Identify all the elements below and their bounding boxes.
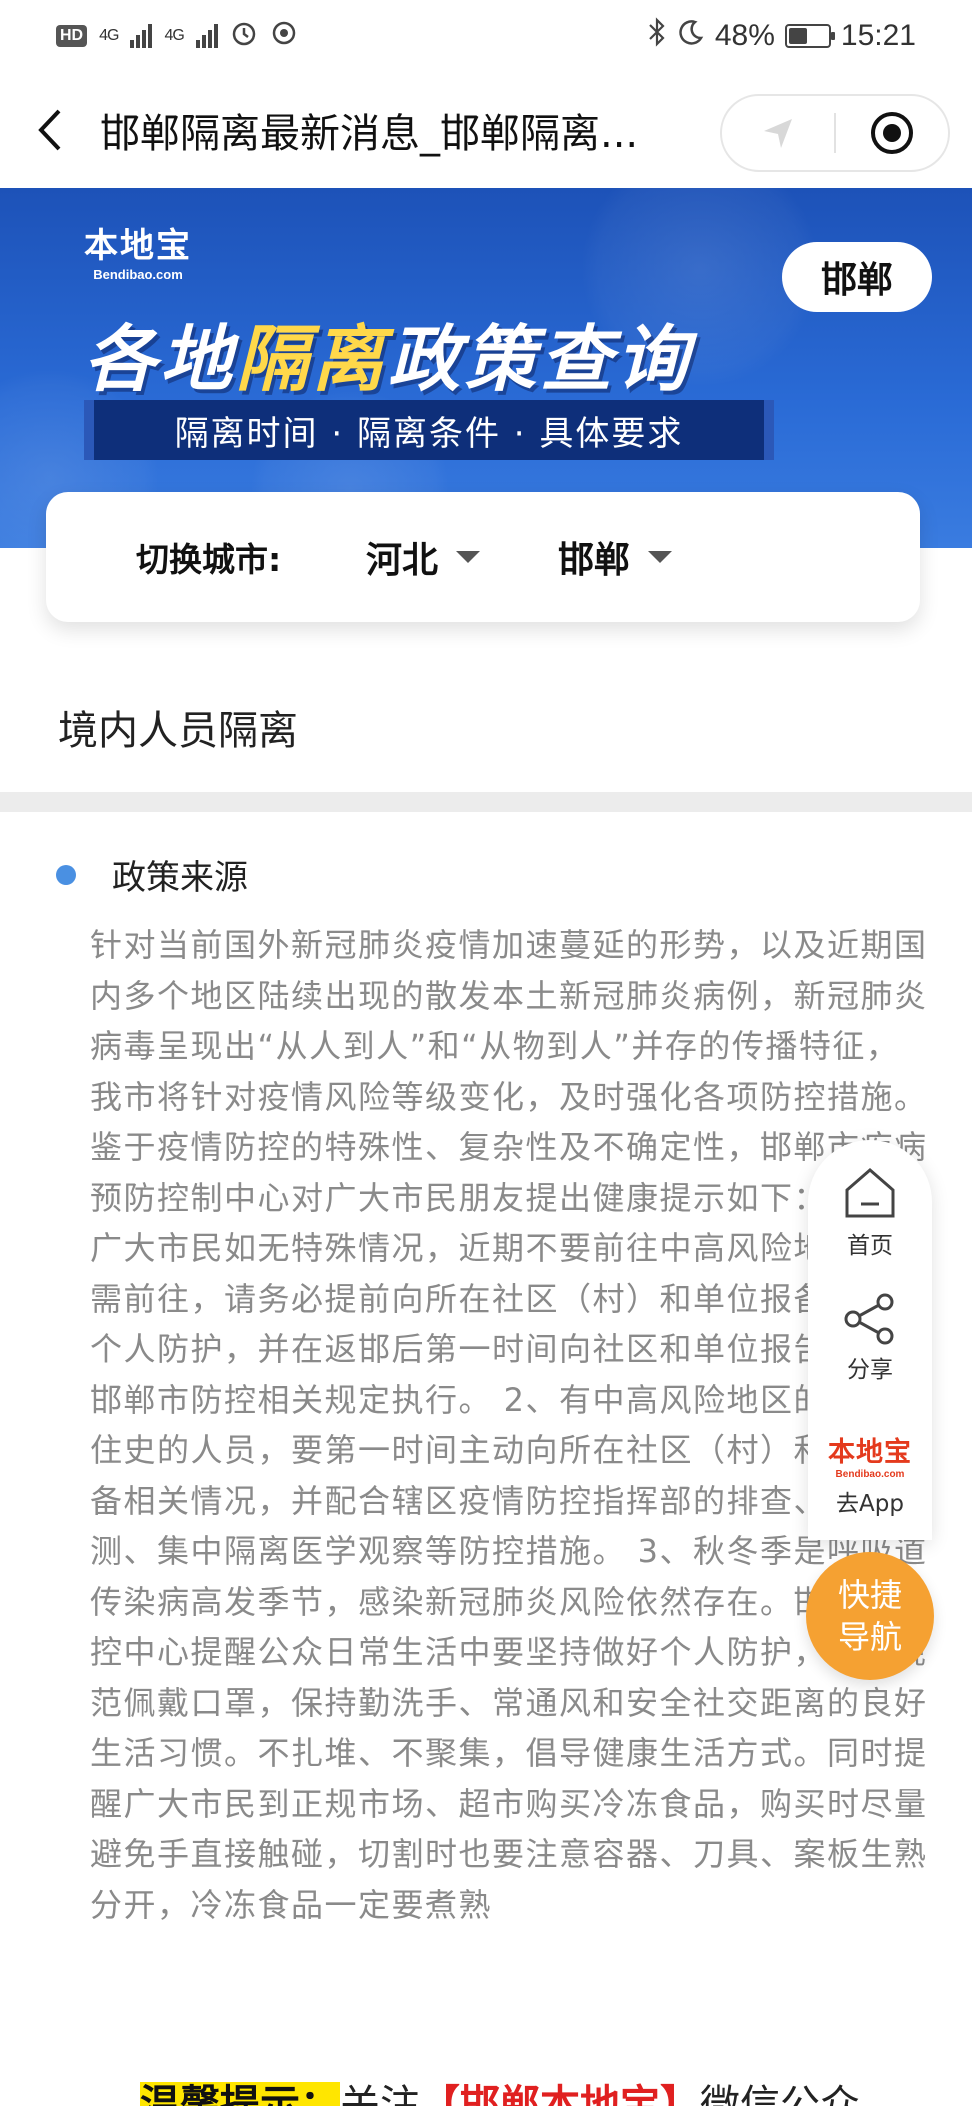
back-button[interactable] (0, 72, 100, 188)
tip-account-link[interactable]: 【邯郸本地宝】 (420, 2082, 700, 2106)
side-app-label: 去App (836, 1491, 904, 1517)
banner-subtitle: 隔离时间 · 隔离条件 · 具体要求 (84, 400, 774, 460)
battery-icon (784, 24, 835, 48)
bluetooth-icon (647, 17, 667, 55)
side-share-button[interactable]: 分享 (808, 1292, 932, 1384)
banner-title-part1: 各地 (84, 317, 237, 401)
sim2-label: 4G (164, 27, 184, 44)
close-button[interactable] (836, 96, 948, 170)
clock: 15:21 (840, 19, 916, 52)
share-icon (844, 1293, 894, 1345)
side-home-label: 首页 (847, 1233, 893, 1259)
navigation-arrow-icon (764, 119, 792, 148)
chevron-left-icon (38, 109, 61, 151)
caret-down-icon (456, 551, 481, 563)
side-share-label: 分享 (847, 1357, 893, 1383)
floating-side-panel: 首页 分享 本地宝 Bendibao.com 去App (808, 1140, 932, 1540)
quick-nav-line2: 导航 (837, 1618, 902, 1656)
quick-nav-button[interactable]: 快捷 导航 (806, 1552, 934, 1680)
bendibao-logo: 本地宝 Bendibao.com (84, 226, 192, 282)
city-pill-button[interactable]: 邯郸 (782, 242, 932, 312)
city-value: 邯郸 (558, 540, 631, 581)
mini-program-capsule (720, 94, 950, 172)
province-select[interactable]: 河北 (366, 531, 481, 583)
policy-body: 针对当前国外新冠肺炎疫情加速蔓延的形势，以及近期国内多个地区陆续出现的散发本土新… (90, 926, 928, 1924)
nav-bar: 邯郸隔离最新消息_邯郸隔离... (0, 72, 972, 188)
tip-line: 温馨提示：关注【邯郸本地宝】微信公众 (140, 2072, 860, 2106)
caret-down-icon (648, 551, 673, 563)
tip-label: 温馨提示： (140, 2082, 340, 2106)
home-icon (845, 1168, 895, 1218)
signal-bars-icon (195, 24, 218, 48)
location-button[interactable] (722, 96, 834, 170)
policy-source-heading: 政策来源 (56, 850, 248, 899)
side-home-button[interactable]: 首页 (808, 1164, 932, 1260)
status-bar: HD 4G 4G 48% 15:21 (0, 0, 972, 72)
side-app-button[interactable]: 本地宝 Bendibao.com 去App (808, 1430, 932, 1518)
battery-fill (788, 28, 807, 44)
bullet-dot-icon (56, 864, 86, 885)
status-right: 48% 15:21 (647, 17, 916, 55)
section-title: 境内人员隔离 (58, 708, 298, 754)
banner-title: 各地隔离政策查询 (84, 300, 692, 405)
moon-icon (677, 18, 705, 54)
section-divider (0, 792, 972, 812)
page-title: 邯郸隔离最新消息_邯郸隔离... (100, 111, 639, 157)
quick-nav-line1: 快捷 (837, 1576, 902, 1614)
city-switch-label: 切换城市: (136, 540, 282, 579)
side-app-logo: 本地宝 (828, 1437, 912, 1468)
status-left: HD 4G 4G (56, 19, 298, 53)
sim1-label: 4G (99, 27, 119, 44)
city-switch-card: 切换城市: 河北 邯郸 (46, 492, 920, 622)
signal-bars-icon (130, 24, 153, 48)
province-value: 河北 (366, 540, 439, 581)
side-app-logo-sub: Bendibao.com (835, 1469, 905, 1480)
alarm-icon (230, 19, 258, 53)
banner-title-highlight: 隔离 (236, 317, 389, 401)
battery-percent: 48% (714, 19, 775, 52)
sync-icon (270, 19, 298, 53)
hd-badge: HD (56, 25, 88, 47)
tip-follow: 关注 (340, 2082, 420, 2106)
target-circle-icon (871, 112, 913, 154)
tip-end: 微信公众 (700, 2082, 860, 2106)
policy-source-label: 政策来源 (112, 858, 248, 898)
city-select[interactable]: 邯郸 (558, 531, 673, 583)
banner-title-part2: 政策查询 (388, 317, 693, 401)
